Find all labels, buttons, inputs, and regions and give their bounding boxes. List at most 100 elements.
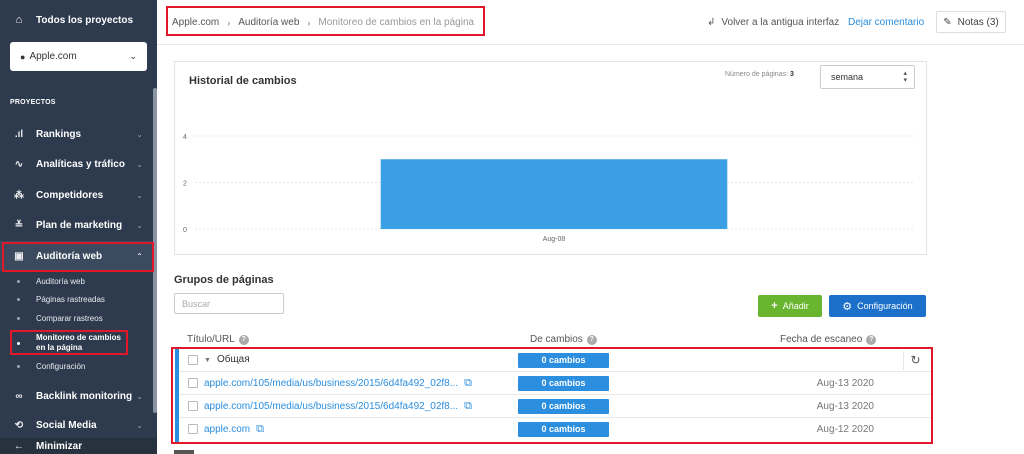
column-header-scan-date[interactable]: Fecha de escaneo? <box>780 334 877 345</box>
external-link-icon[interactable]: ⧉ <box>256 423 264 436</box>
configuration-label: Configuración <box>857 301 913 311</box>
chevron-down-icon: ⌄ <box>136 190 143 200</box>
sidebar-item-label: Plan de marketing <box>36 219 123 231</box>
chevron-right-icon: › <box>307 17 311 28</box>
table-row[interactable]: apple.com/105/media/us/business/2015/6d4… <box>179 372 931 395</box>
sidebar: ⌂ Todos los proyectos ● Apple.com ⌄ PROY… <box>0 0 157 454</box>
table-row[interactable]: apple.com ⧉ 0 cambios Aug-12 2020 <box>179 418 931 441</box>
breadcrumb-item[interactable]: Apple.com <box>172 17 219 28</box>
sidebar-subitem-label: Auditoría web <box>36 276 85 286</box>
page-groups-table: ▼ Общая 0 cambios ↻ apple.com/105/media/u… <box>175 349 931 443</box>
sidebar-subitem-audit[interactable]: Auditoría web <box>0 275 157 287</box>
row-checkbox[interactable] <box>188 378 198 388</box>
external-link-icon[interactable]: ⧉ <box>464 377 472 390</box>
table-row[interactable]: apple.com/105/media/us/business/2015/6d4… <box>179 395 931 418</box>
sidebar-subitem-crawled-pages[interactable]: Páginas rastreadas <box>0 293 157 305</box>
sidebar-section-label: PROYECTOS <box>10 99 56 106</box>
chart-bar[interactable] <box>380 159 728 229</box>
notes-label: Notas (3) <box>957 16 999 28</box>
minimize-button[interactable]: ← Minimizar <box>0 438 157 454</box>
bullet-icon <box>17 316 20 320</box>
sidebar-item-social[interactable]: ⟲ Social Media ⌄ <box>0 412 157 438</box>
triangle-down-icon[interactable]: ▼ <box>204 357 211 364</box>
sidebar-item-label: Social Media <box>36 419 97 431</box>
column-header-changes[interactable]: De cambios? <box>530 334 597 345</box>
chevron-down-icon: ⌄ <box>136 420 143 430</box>
group-name[interactable]: ▼ Общая <box>204 354 250 365</box>
column-header-title[interactable]: Título/URL? <box>187 334 249 345</box>
sidebar-subitem-compare-crawls[interactable]: Comparar rastreos <box>0 312 157 324</box>
refresh-icon[interactable]: ↻ <box>903 351 927 370</box>
sidebar-item-analytics[interactable]: ∿ Analíticas y tráfico ⌄ <box>0 149 157 179</box>
all-projects-label: Todos los proyectos <box>36 14 134 26</box>
bullet-icon <box>17 364 20 368</box>
sidebar-item-label: Competidores <box>36 189 104 201</box>
back-link-label: Volver a la antigua interfaz <box>721 17 840 28</box>
audit-icon: ▣ <box>14 250 24 262</box>
project-select[interactable]: ● Apple.com ⌄ <box>10 42 147 71</box>
sidebar-subitem-label: Monitoreo de cambios en la página <box>36 333 121 352</box>
home-icon: ⌂ <box>15 14 23 26</box>
group-row[interactable]: ▼ Общая 0 cambios ↻ <box>179 349 931 372</box>
all-projects-link[interactable]: ⌂ Todos los proyectos <box>0 0 157 40</box>
groups-title: Grupos de páginas <box>174 274 274 286</box>
changes-badge: 0 cambios <box>518 399 609 414</box>
chevron-down-icon: ⌄ <box>136 220 143 230</box>
bar-chart-icon: .ıl <box>14 128 24 140</box>
help-icon[interactable]: ? <box>586 334 597 345</box>
sidebar-subitem-label: Páginas rastreadas <box>36 294 105 304</box>
x-tick-label: Aug-08 <box>543 236 566 243</box>
notes-button[interactable]: ✎ Notas (3) <box>936 11 1006 33</box>
users-icon: ⁂ <box>14 189 24 201</box>
external-link-icon[interactable]: ⧉ <box>464 400 472 413</box>
add-button[interactable]: + Añadir <box>758 295 822 317</box>
column-header-label: Fecha de escaneo <box>780 334 863 345</box>
share-icon: ⟲ <box>14 419 24 431</box>
row-checkbox[interactable] <box>188 424 198 434</box>
add-label: Añadir <box>782 301 809 311</box>
page-url-link[interactable]: apple.com ⧉ <box>204 423 264 436</box>
page-url-link[interactable]: apple.com/105/media/us/business/2015/6d4… <box>204 400 472 413</box>
page-url-link[interactable]: apple.com/105/media/us/business/2015/6d4… <box>204 377 472 390</box>
help-icon[interactable]: ? <box>238 334 249 345</box>
sidebar-item-backlinks[interactable]: ∞ Backlink monitoring ⌄ <box>0 381 157 411</box>
changes-badge: 0 cambios <box>518 422 609 437</box>
checklist-icon: ≚ <box>14 219 24 231</box>
plus-icon: + <box>771 300 778 312</box>
changes-badge: 0 cambios <box>518 376 609 391</box>
sidebar-item-rankings[interactable]: .ıl Rankings ⌄ <box>0 119 157 149</box>
page-url: apple.com/105/media/us/business/2015/6d4… <box>204 401 459 412</box>
minimize-label: Minimizar <box>36 440 83 452</box>
sidebar-item-label: Rankings <box>36 128 82 140</box>
chevron-down-icon: ⌄ <box>136 391 143 401</box>
link-icon: ∞ <box>15 390 23 402</box>
breadcrumb-item[interactable]: Auditoría web <box>238 17 299 28</box>
leave-comment-link[interactable]: Dejar comentario <box>848 17 924 28</box>
sidebar-item-label: Backlink monitoring <box>36 390 133 402</box>
sidebar-item-marketing-plan[interactable]: ≚ Plan de marketing ⌄ <box>0 210 157 240</box>
sidebar-subitem-label: Configuración <box>36 361 86 371</box>
chevron-down-icon: ⌄ <box>136 159 143 169</box>
configuration-button[interactable]: ⚙ Configuración <box>829 295 926 317</box>
sidebar-subitem-change-monitor[interactable]: Monitoreo de cambios en la página <box>0 332 157 354</box>
back-to-old-interface-link[interactable]: ↲ Volver a la antigua interfaz <box>707 17 839 28</box>
sidebar-scrollbar[interactable] <box>153 88 157 413</box>
scan-date: Aug-13 2020 <box>816 378 874 389</box>
apple-icon: ● <box>20 51 26 62</box>
top-header: Apple.com › Auditoría web › Monitoreo de… <box>157 0 1024 45</box>
chevron-up-icon: ⌃ <box>136 251 143 261</box>
row-checkbox[interactable] <box>188 355 198 365</box>
sidebar-item-site-audit[interactable]: ▣ Auditoría web ⌃ <box>0 241 157 271</box>
sidebar-subitem-settings[interactable]: Configuración <box>0 360 157 372</box>
change-history-card: Historial de cambios Número de páginas: … <box>174 61 927 255</box>
column-header-label: Título/URL <box>187 334 235 345</box>
sidebar-item-competitors[interactable]: ⁂ Competidores ⌄ <box>0 180 157 210</box>
row-checkbox[interactable] <box>188 401 198 411</box>
chevron-right-icon: › <box>227 17 231 28</box>
y-tick-label: 2 <box>183 181 187 188</box>
help-icon[interactable]: ? <box>866 334 877 345</box>
bullet-icon <box>17 279 20 283</box>
search-input[interactable]: Buscar <box>174 293 284 314</box>
y-tick-label: 4 <box>183 134 187 141</box>
chevron-down-icon: ⌄ <box>129 51 137 61</box>
